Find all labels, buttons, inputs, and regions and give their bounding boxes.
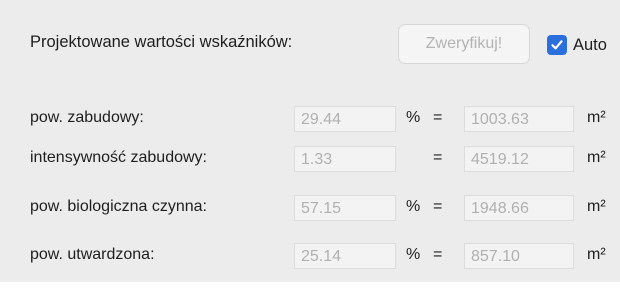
unit-label: m²	[587, 109, 606, 126]
percent-symbol: %	[406, 246, 421, 263]
verify-button[interactable]: Zweryfikuj!	[398, 24, 530, 64]
indicators-panel: Projektowane wartości wskaźników: Zweryf…	[0, 0, 620, 282]
biologically-active-area-label: pow. biologiczna czynna:	[30, 198, 207, 215]
projected-values-label: Projektowane wartości wskaźników:	[30, 33, 293, 51]
biologically-active-value-field[interactable]: 1948.66	[464, 195, 574, 221]
building-intensity-field[interactable]: 1.33	[294, 146, 396, 172]
checkmark-icon[interactable]	[547, 35, 567, 55]
biologically-active-percent-field[interactable]: 57.15	[294, 195, 396, 221]
percent-symbol: %	[406, 198, 421, 215]
auto-checkbox[interactable]: Auto	[547, 35, 607, 55]
unit-label: m²	[587, 246, 606, 263]
unit-label: m²	[587, 198, 606, 215]
building-area-value-field[interactable]: 1003.63	[464, 106, 574, 132]
auto-label: Auto	[573, 35, 607, 54]
equals-symbol: =	[433, 149, 443, 166]
equals-symbol: =	[433, 198, 443, 215]
building-intensity-label: intensywność zabudowy:	[30, 149, 207, 166]
paved-area-value-field[interactable]: 857.10	[464, 243, 574, 269]
building-intensity-value-field[interactable]: 4519.12	[464, 146, 574, 172]
percent-symbol: %	[406, 109, 421, 126]
equals-symbol: =	[433, 109, 443, 126]
equals-symbol: =	[433, 246, 443, 263]
paved-area-percent-field[interactable]: 25.14	[294, 243, 396, 269]
building-area-label: pow. zabudowy:	[30, 109, 144, 126]
unit-label: m²	[587, 149, 606, 166]
paved-area-label: pow. utwardzona:	[30, 246, 155, 263]
building-area-percent-field[interactable]: 29.44	[294, 106, 396, 132]
